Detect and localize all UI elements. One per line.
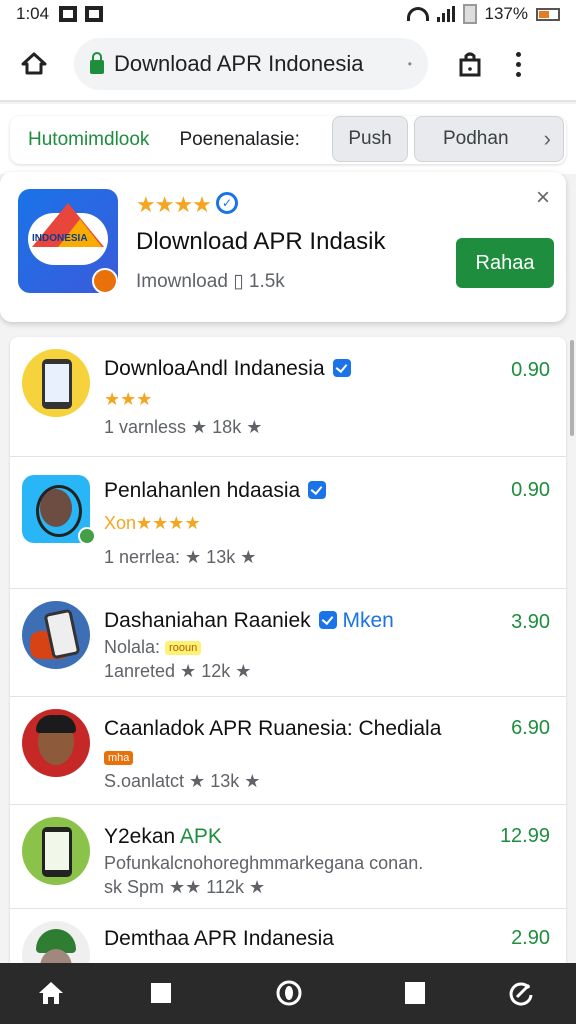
filter-chip[interactable]: Poenenalasie: xyxy=(179,129,299,151)
app-list: DownloaAndl Indanesia ★★★ 1 varnless ★ 1… xyxy=(10,337,566,977)
url-dot: • xyxy=(407,57,412,71)
status-bar: 1:04 137% xyxy=(0,0,576,28)
app-price: 3.90 xyxy=(511,611,550,633)
status-time: 1:04 xyxy=(16,4,50,23)
app-title-text: Y2ekan xyxy=(104,825,176,848)
app-icon xyxy=(22,601,90,669)
app-title-text: Penlahanlen hdaasia xyxy=(104,479,301,502)
app-rating-stars: ★★★★ xyxy=(136,513,201,533)
app-icon xyxy=(22,817,90,885)
app-meta: sk Spm ★★ 112k ★ xyxy=(104,877,266,897)
app-meta: 1 varnless ★ 18k ★ xyxy=(104,417,263,437)
rating-prefix: Xon xyxy=(104,513,137,533)
app-meta-top: Nolala: rooun xyxy=(104,637,202,658)
app-price: 12.99 xyxy=(499,825,550,847)
push-chip-label: Push xyxy=(348,128,392,149)
app-badge: mha xyxy=(104,751,134,765)
app-title: Y2ekan APK xyxy=(104,825,222,849)
app-badge: rooun xyxy=(165,641,202,655)
signal-icon xyxy=(436,6,455,22)
app-price: 6.90 xyxy=(511,717,550,739)
app-title-text: Dashaniahan Raaniek xyxy=(104,609,311,632)
notification-icon xyxy=(59,6,78,22)
app-price: 0.90 xyxy=(511,479,550,501)
featured-subtitle: Imownload ▯ 1.5k xyxy=(136,271,285,292)
badge-icon xyxy=(92,268,118,294)
app-title: Caanladok APR Ruanesia: Chediala xyxy=(104,717,442,740)
more-vert-icon[interactable] xyxy=(510,44,526,84)
featured-logo-text: INDONESIA xyxy=(32,233,88,244)
list-item[interactable]: DownloaAndl Indanesia ★★★ 1 varnless ★ 1… xyxy=(10,337,566,457)
filter-chip-active[interactable]: Hutomimdlook xyxy=(28,129,149,151)
podhan-chip-label: Podhan xyxy=(443,128,509,149)
notification-icon xyxy=(85,6,104,22)
verified-icon: ✓ xyxy=(216,192,238,214)
app-icon xyxy=(22,709,90,777)
battery-icon xyxy=(536,7,560,21)
square-icon[interactable] xyxy=(400,978,430,1008)
list-item[interactable]: Dashaniahan Raaniek Mken Nolala: rooun 1… xyxy=(10,589,566,697)
list-item[interactable]: Caanladok APR Ruanesia: Chediala mha S.o… xyxy=(10,697,566,805)
app-meta: S.oanlatct ★ 13k ★ xyxy=(104,771,261,791)
sim-icon xyxy=(462,4,477,24)
app-rating-stars: ★★★ xyxy=(104,389,153,409)
app-title-text: DownloaAndl Indanesia xyxy=(104,357,325,380)
lock-icon xyxy=(90,52,104,74)
app-title-apk: APK xyxy=(179,825,222,848)
filter-strip: Hutomimdlook Poenenalasie: Push Podhan › xyxy=(0,104,576,174)
verified-icon xyxy=(308,481,327,499)
app-title: Dashaniahan Raaniek Mken xyxy=(104,609,394,633)
app-meta: 1 nerrlea: ★ 13k ★ xyxy=(104,547,257,567)
refresh-icon[interactable] xyxy=(506,978,536,1008)
podhan-chip[interactable]: Podhan › xyxy=(414,116,564,162)
app-title: DownloaAndl Indanesia xyxy=(104,357,351,381)
push-chip[interactable]: Push xyxy=(332,116,408,162)
wifi-icon xyxy=(406,7,429,21)
verified-icon xyxy=(318,611,337,629)
address-bar[interactable]: Download APR Indonesia • xyxy=(74,38,428,90)
browser-toolbar: Download APR Indonesia • xyxy=(0,28,576,102)
home-icon[interactable] xyxy=(36,978,66,1008)
list-item[interactable]: Penlahanlen hdaasia Xon★★★★ 1 nerrlea: ★… xyxy=(10,457,566,589)
app-description: Pofunkalcnohoreghmmarkegana conan. xyxy=(104,853,424,873)
app-price: 0.90 xyxy=(511,359,550,381)
scrollbar[interactable] xyxy=(570,340,574,436)
app-rating: Xon★★★★ xyxy=(104,513,201,534)
url-text: Download APR Indonesia xyxy=(114,51,364,76)
app-title: Penlahanlen hdaasia xyxy=(104,479,327,503)
list-item[interactable]: Y2ekan APK Pofunkalcnohoreghmmarkegana c… xyxy=(10,805,566,909)
badge-icon xyxy=(78,527,96,545)
app-title: Demthaa APR Indanesia xyxy=(104,927,334,950)
square-icon[interactable] xyxy=(146,978,176,1008)
app-icon xyxy=(22,349,90,417)
featured-title: Dlownload APR Indasik xyxy=(136,228,386,255)
verified-icon xyxy=(332,359,351,377)
app-price: 2.90 xyxy=(511,927,550,949)
home-icon[interactable] xyxy=(14,44,54,84)
chip-row: Hutomimdlook Poenenalasie: Push Podhan › xyxy=(10,116,566,164)
app-badge-wrap: mha xyxy=(104,747,134,768)
install-button[interactable]: Rahaa xyxy=(456,238,554,288)
app-title-suffix: Mken xyxy=(342,609,394,632)
bottom-nav xyxy=(0,963,576,1024)
chevron-right-icon: › xyxy=(543,126,551,151)
app-meta-top-text: Nolala: xyxy=(104,637,161,657)
tabs-icon[interactable] xyxy=(450,44,490,84)
circle-icon[interactable] xyxy=(274,978,304,1008)
featured-rating-stars: ★★★★ xyxy=(136,192,212,217)
app-meta: 1anreted ★ 12k ★ xyxy=(104,661,252,681)
close-icon[interactable]: × xyxy=(536,184,550,212)
battery-text: 137% xyxy=(484,4,528,23)
